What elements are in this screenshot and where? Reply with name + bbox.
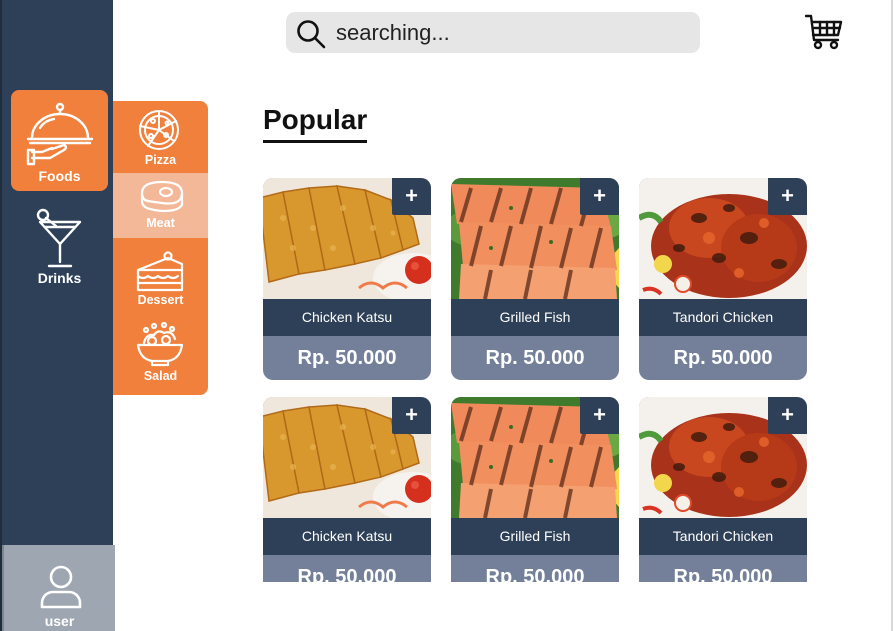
steak-icon [140,180,184,213]
shopping-cart-icon [804,14,843,50]
product-name: Grilled Fish [451,518,619,555]
product-price: Rp. 50.000 [673,566,773,582]
product-price: Rp. 50.000 [673,347,773,369]
cart-button[interactable] [804,14,843,55]
section-title: Popular [263,104,368,135]
product-card[interactable]: + Chicken Katsu Rp. 50.000 [263,397,431,582]
category-submenu: Pizza Meat Dessert Salad [113,101,208,395]
submenu-item-label: Dessert [137,293,184,307]
submenu-item-label: Meat [146,216,175,230]
add-to-cart-button[interactable]: + [768,397,807,434]
submenu-item-meat[interactable]: Meat [113,173,208,238]
product-price: Rp. 50.000 [297,347,397,369]
user-icon [40,565,82,609]
product-card[interactable]: + Tandori Chicken Rp. 50.000 [639,178,807,380]
submenu-item-label: Pizza [144,153,177,167]
user-label: user [44,613,75,629]
add-to-cart-button[interactable]: + [392,178,431,215]
search-icon [297,20,326,49]
product-card[interactable]: + Grilled Fish Rp. 50.000 [451,397,619,582]
main-sidebar: Foods Drinks user [0,0,115,631]
sidebar-item-foods[interactable]: Foods [11,90,108,191]
product-name: Chicken Katsu [263,518,431,555]
product-price: Rp. 50.000 [485,566,585,582]
product-card[interactable]: + Grilled Fish Rp. 50.000 [451,178,619,380]
product-card[interactable]: + Tandori Chicken Rp. 50.000 [639,397,807,582]
search-input[interactable] [336,17,686,48]
submenu-item-label: Salad [143,369,178,383]
product-name: Grilled Fish [451,299,619,336]
sidebar-item-drinks[interactable]: Drinks [11,205,108,295]
add-to-cart-button[interactable]: + [768,178,807,215]
search-bar[interactable] [286,12,700,53]
user-profile-button[interactable]: user [2,545,115,631]
product-name: Chicken Katsu [263,299,431,336]
sidebar-item-label: Drinks [37,270,82,286]
product-price: Rp. 50.000 [485,347,585,369]
cake-icon [136,251,184,292]
submenu-item-salad[interactable]: Salad [113,316,208,395]
cloche-icon [26,102,94,166]
product-card[interactable]: + Chicken Katsu Rp. 50.000 [263,178,431,380]
add-to-cart-button[interactable]: + [580,178,619,215]
submenu-item-pizza[interactable]: Pizza [113,101,208,173]
salad-bowl-icon [136,321,184,367]
pizza-icon [139,110,179,150]
product-name: Tandori Chicken [639,299,807,336]
product-price: Rp. 50.000 [297,566,397,582]
sidebar-item-label: Foods [38,168,81,184]
cocktail-icon [36,208,82,268]
product-grid: + Chicken Katsu Rp. 50.000 + Grilled Fis… [263,178,808,582]
section-title-underline [263,140,367,143]
submenu-item-dessert[interactable]: Dessert [113,238,208,316]
add-to-cart-button[interactable]: + [580,397,619,434]
add-to-cart-button[interactable]: + [392,397,431,434]
product-name: Tandori Chicken [639,518,807,555]
